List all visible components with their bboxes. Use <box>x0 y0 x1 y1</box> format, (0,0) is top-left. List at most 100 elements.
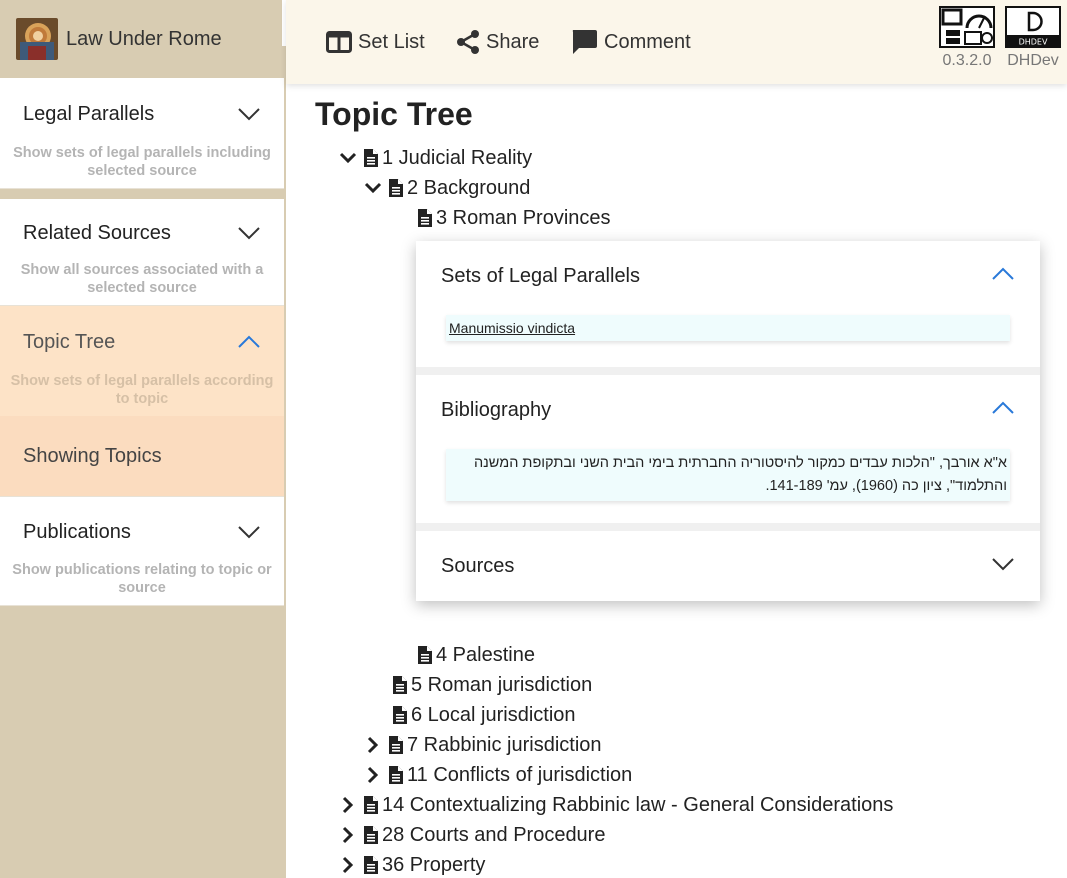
dhdev-badge[interactable]: DHDEV DHDev <box>1005 6 1061 70</box>
comment-button[interactable]: Comment <box>570 26 691 58</box>
share-button[interactable]: Share <box>456 26 539 58</box>
section-title: Sources <box>441 554 515 577</box>
tree-node: 36 Property <box>336 852 485 878</box>
tree-node-label[interactable]: 14 Contextualizing Rabbinic law - Genera… <box>382 794 893 817</box>
chevron-up-icon[interactable] <box>237 335 261 349</box>
document-icon <box>393 706 407 724</box>
chevron-down-icon[interactable] <box>991 557 1015 576</box>
document-icon <box>418 646 432 664</box>
tree-node-label[interactable]: 11 Conflicts of jurisdiction <box>407 764 632 787</box>
tree-node: 6 Local jurisdiction <box>389 702 576 728</box>
chevron-up-icon[interactable] <box>991 401 1015 420</box>
tree-node-label[interactable]: 28 Courts and Procedure <box>382 824 605 847</box>
share-label: Share <box>486 30 540 53</box>
section-body: Manumissio vindicta <box>416 311 1040 367</box>
showing-topics-label[interactable]: Showing Topics <box>0 416 284 496</box>
page-title: Topic Tree <box>315 96 473 132</box>
tree-node: 11 Conflicts of jurisdiction <box>361 762 632 788</box>
chevron-down-icon[interactable] <box>237 525 261 539</box>
tree-node-label[interactable]: 5 Roman jurisdiction <box>411 674 592 697</box>
chevron-up-icon[interactable] <box>991 267 1015 286</box>
sidebar-item-header[interactable]: Related Sources <box>0 199 284 267</box>
section-title: Sets of Legal Parallels <box>441 264 641 287</box>
app-logo <box>16 18 58 60</box>
bibliography-section: Bibliography א"א אורבך, "הלכות עבדים כמק… <box>416 375 1040 523</box>
tree-node: 1 Judicial Reality <box>336 145 532 171</box>
document-icon <box>393 676 407 694</box>
tree-node: 7 Rabbinic jurisdiction <box>361 732 602 758</box>
document-icon <box>364 826 378 844</box>
set-list-label: Set List <box>358 30 425 53</box>
sidebar-item-description: Show sets of legal parallels according t… <box>10 373 274 407</box>
sidebar-item-label: Related Sources <box>23 221 171 244</box>
set-list-button[interactable]: Set List <box>326 26 425 58</box>
legal-parallels-section: Sets of Legal Parallels Manumissio vindi… <box>416 241 1040 367</box>
sidebar-item-topic-tree: Topic Tree Show sets of legal parallels … <box>0 306 284 497</box>
share-icon <box>456 29 480 55</box>
sidebar-item-header[interactable]: Legal Parallels <box>0 78 284 150</box>
legal-parallel-entry: Manumissio vindicta <box>446 315 1010 341</box>
sidebar-item-publications: Publications Show publications relating … <box>0 497 284 606</box>
top-toolbar: Set List Share Comment 0.3.2.0 DHDEV DHD… <box>286 0 1067 84</box>
version-badge[interactable]: 0.3.2.0 <box>939 6 995 70</box>
tree-node-label[interactable]: 6 Local jurisdiction <box>411 704 576 727</box>
sidebar-item-header[interactable]: Topic Tree <box>0 306 284 378</box>
tree-node-label[interactable]: 2 Background <box>407 177 530 200</box>
main-content: Topic Tree 1 Judicial Reality 2 Backgrou… <box>286 84 1067 878</box>
sidebar-item-label: Topic Tree <box>23 330 116 353</box>
tree-node-label[interactable]: 4 Palestine <box>436 644 535 667</box>
tree-node: 5 Roman jurisdiction <box>389 672 592 698</box>
chevron-down-icon[interactable] <box>237 226 261 240</box>
sidebar-item-related-sources: Related Sources Show all sources associa… <box>0 199 284 306</box>
chevron-right-icon[interactable] <box>361 766 385 784</box>
columns-icon <box>326 30 352 54</box>
dhdev-logo-icon: DHDEV <box>1005 6 1061 48</box>
sidebar: Law Under Rome Legal Parallels Show sets… <box>0 0 298 878</box>
document-icon <box>418 209 432 227</box>
section-header[interactable]: Bibliography <box>416 375 1040 445</box>
document-icon <box>389 766 403 784</box>
sidebar-item-description: Show all sources associated with a selec… <box>20 262 264 296</box>
chevron-down-icon[interactable] <box>361 182 385 194</box>
tree-node: 2 Background <box>361 175 530 201</box>
sidebar-item-header[interactable]: Publications <box>0 497 284 567</box>
tree-node: 4 Palestine <box>414 642 535 668</box>
dhdev-text: DHDev <box>1007 52 1059 69</box>
tree-node-selected: 3 Roman Provinces <box>414 205 611 231</box>
sidebar-item-description: Show sets of legal parallels including s… <box>13 145 271 179</box>
tree-node-label[interactable]: 36 Property <box>382 854 485 877</box>
section-header[interactable]: Sets of Legal Parallels <box>416 241 1040 311</box>
tree-node-label[interactable]: 3 Roman Provinces <box>436 207 611 230</box>
bibliography-entry: א"א אורבך, "הלכות עבדים כמקור להיסטוריה … <box>446 449 1010 501</box>
chevron-down-icon[interactable] <box>237 107 261 121</box>
section-title: Bibliography <box>441 398 552 421</box>
sidebar-item-label: Legal Parallels <box>23 102 155 125</box>
sidebar-item-label: Publications <box>23 520 131 543</box>
document-icon <box>389 179 403 197</box>
dashboard-icon <box>939 6 995 48</box>
topic-detail-card: Sets of Legal Parallels Manumissio vindi… <box>416 241 1040 601</box>
sidebar-item-legal-parallels: Legal Parallels Show sets of legal paral… <box>0 78 284 189</box>
chevron-right-icon[interactable] <box>336 856 360 874</box>
brand[interactable]: Law Under Rome <box>0 0 286 78</box>
tree-node-label[interactable]: 1 Judicial Reality <box>382 147 532 170</box>
tree-node: 14 Contextualizing Rabbinic law - Genera… <box>336 792 893 818</box>
section-body: א"א אורבך, "הלכות עבדים כמקור להיסטוריה … <box>416 445 1040 523</box>
sidebar-nav: Legal Parallels Show sets of legal paral… <box>0 78 284 606</box>
sidebar-item-description: Show publications relating to topic or s… <box>12 562 272 596</box>
section-header[interactable]: Sources <box>416 531 1040 601</box>
chevron-right-icon[interactable] <box>336 796 360 814</box>
version-text: 0.3.2.0 <box>942 52 992 69</box>
legal-parallel-link[interactable]: Manumissio vindicta <box>449 320 575 336</box>
comment-icon <box>570 28 598 56</box>
tree-node-label[interactable]: 7 Rabbinic jurisdiction <box>407 734 602 757</box>
badges: 0.3.2.0 DHDEV DHDev <box>939 6 1061 70</box>
chevron-right-icon[interactable] <box>336 826 360 844</box>
comment-label: Comment <box>604 30 691 53</box>
app-title: Law Under Rome <box>66 27 222 50</box>
sources-section: Sources <box>416 531 1040 601</box>
chevron-down-icon[interactable] <box>336 152 360 164</box>
document-icon <box>364 149 378 167</box>
chevron-right-icon[interactable] <box>361 736 385 754</box>
document-icon <box>364 856 378 874</box>
